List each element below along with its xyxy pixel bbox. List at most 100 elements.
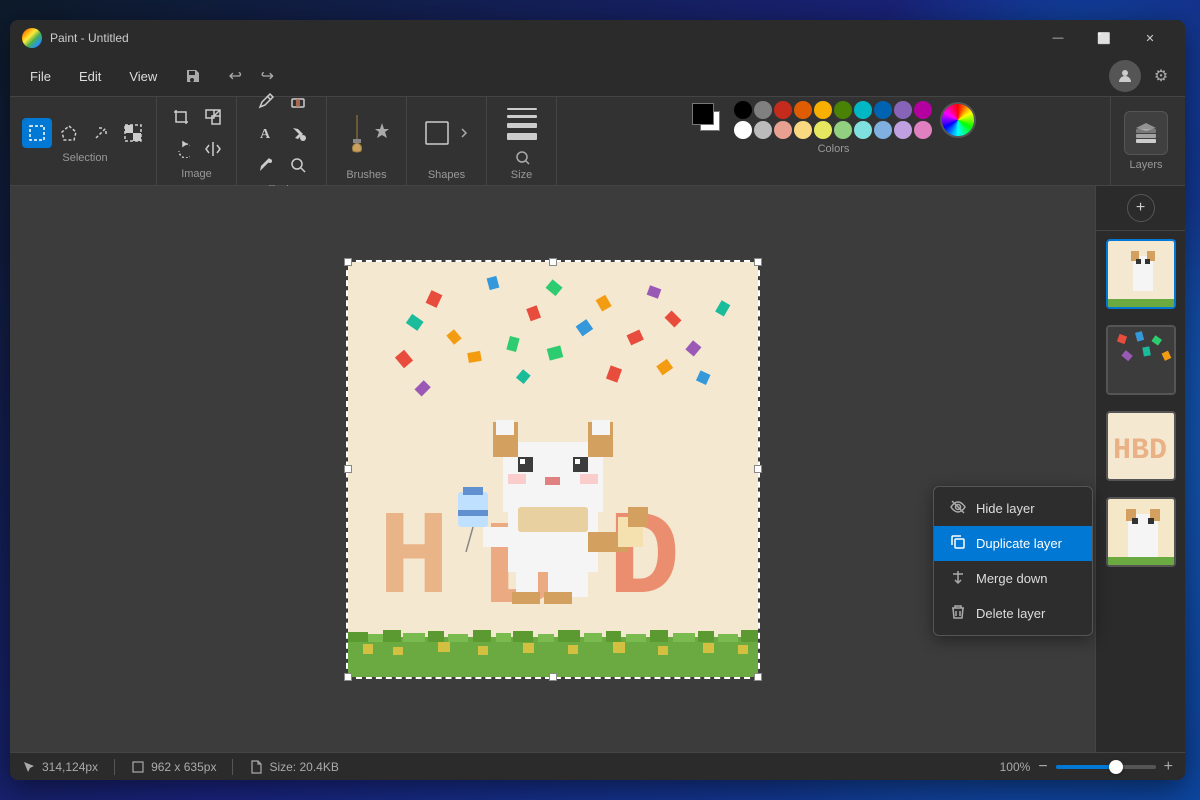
main-canvas[interactable]: H B D: [10, 186, 1095, 752]
context-delete-layer[interactable]: Delete layer: [934, 596, 1092, 631]
undo-button[interactable]: ↩: [221, 62, 249, 90]
color-purple[interactable]: [894, 101, 912, 119]
file-size: Size: 20.4KB: [249, 760, 338, 774]
colors-group: Colors: [557, 97, 1111, 185]
color-light-purple[interactable]: [894, 121, 912, 139]
zoom-thumb[interactable]: [1109, 760, 1123, 774]
size-group: Size: [487, 97, 557, 185]
color-yellow[interactable]: [814, 121, 832, 139]
color-light-cyan[interactable]: [854, 121, 872, 139]
layers-panel-header: +: [1096, 186, 1185, 231]
color-selector[interactable]: [692, 103, 726, 137]
color-gray[interactable]: [754, 101, 772, 119]
color-pink[interactable]: [774, 121, 792, 139]
layers-panel: +: [1095, 186, 1185, 752]
resize-tool[interactable]: [198, 102, 228, 132]
context-duplicate-layer[interactable]: Duplicate layer: [934, 526, 1092, 561]
layers-toolbar-group: Layers: [1111, 97, 1181, 185]
menu-file[interactable]: File: [18, 65, 63, 88]
color-light-yellow[interactable]: [794, 121, 812, 139]
colors-label: Colors: [818, 143, 850, 155]
copy-icon: [950, 534, 966, 553]
zoom-in-button[interactable]: +: [1164, 758, 1173, 776]
zoom-slider-fill: [1056, 765, 1116, 769]
color-orange[interactable]: [794, 101, 812, 119]
zoom-percent: 100%: [1000, 760, 1031, 774]
layers-label: Layers: [1129, 159, 1162, 171]
color-picker-tool[interactable]: [251, 150, 281, 180]
color-white[interactable]: [734, 121, 752, 139]
flip-tool[interactable]: [198, 134, 228, 164]
selection-magic-tool[interactable]: [86, 118, 116, 148]
size-label: Size: [511, 169, 532, 181]
zoom-tool[interactable]: [283, 150, 313, 180]
svg-text:HBD: HBD: [1113, 434, 1167, 468]
color-green-dark[interactable]: [834, 101, 852, 119]
color-black[interactable]: [734, 101, 752, 119]
context-delete-layer-label: Delete layer: [976, 606, 1045, 621]
menu-view[interactable]: View: [117, 65, 169, 88]
context-duplicate-layer-label: Duplicate layer: [976, 536, 1062, 551]
layer-1-thumbnail[interactable]: [1106, 239, 1176, 309]
color-light-blue[interactable]: [874, 121, 892, 139]
menu-edit[interactable]: Edit: [67, 65, 113, 88]
layer-2-thumbnail[interactable]: [1106, 325, 1176, 395]
selection-invert-tool[interactable]: [118, 118, 148, 148]
svg-text:H: H: [378, 493, 450, 629]
status-sep-2: [232, 759, 233, 775]
context-hide-layer[interactable]: Hide layer: [934, 491, 1092, 526]
close-button[interactable]: ✕: [1127, 20, 1173, 56]
color-light-magenta[interactable]: [914, 121, 932, 139]
color-light-green[interactable]: [834, 121, 852, 139]
merge-icon: [950, 569, 966, 588]
zoom-slider[interactable]: [1056, 765, 1156, 769]
trash-icon: [950, 604, 966, 623]
app-icon: [22, 28, 42, 48]
window-controls: — ⬜ ✕: [1035, 20, 1173, 56]
selection-free-tool[interactable]: [54, 118, 84, 148]
tools-group: A: [237, 97, 327, 185]
selection-group: Selection: [14, 97, 157, 185]
rotate-tool[interactable]: [166, 134, 196, 164]
layer-3-thumbnail[interactable]: HBD: [1106, 411, 1176, 481]
canvas-area: H B D: [10, 186, 1185, 752]
color-palette: [734, 101, 932, 139]
pencil-tool[interactable]: [251, 86, 281, 116]
color-cyan-dark[interactable]: [854, 101, 872, 119]
file-icon: [249, 760, 263, 774]
minimize-button[interactable]: —: [1035, 20, 1081, 56]
color-magenta[interactable]: [914, 101, 932, 119]
drawing-surface[interactable]: H B D: [348, 262, 758, 677]
color-yellow-dark[interactable]: [814, 101, 832, 119]
status-bar: 314,124px 962 x 635px Size: 20.4KB 100% …: [10, 752, 1185, 780]
crop-tool[interactable]: [166, 102, 196, 132]
context-merge-down[interactable]: Merge down: [934, 561, 1092, 596]
canvas-image: H B D: [348, 262, 758, 677]
zoom-out-button[interactable]: −: [1038, 758, 1047, 776]
title-bar: Paint - Untitled — ⬜ ✕: [10, 20, 1185, 56]
layers-button[interactable]: [1124, 111, 1168, 155]
settings-button[interactable]: ⚙: [1145, 60, 1177, 92]
text-tool[interactable]: A: [251, 118, 281, 148]
color-picker-wheel[interactable]: [940, 102, 976, 138]
selection-rect-tool[interactable]: [22, 118, 52, 148]
maximize-button[interactable]: ⬜: [1081, 20, 1127, 56]
color-blue-dark[interactable]: [874, 101, 892, 119]
image-label: Image: [181, 168, 212, 180]
shapes-group: Shapes: [407, 97, 487, 185]
color-light-gray[interactable]: [754, 121, 772, 139]
svg-text:A: A: [260, 127, 271, 142]
add-layer-button[interactable]: +: [1127, 194, 1155, 222]
fill-tool[interactable]: [283, 118, 313, 148]
eraser-tool[interactable]: [283, 86, 313, 116]
save-button[interactable]: [177, 62, 209, 90]
profile-button[interactable]: [1109, 60, 1141, 92]
size-text: Size: 20.4KB: [269, 760, 338, 774]
cursor-coords: 314,124px: [42, 760, 98, 774]
color-red[interactable]: [774, 101, 792, 119]
app-window: Paint - Untitled — ⬜ ✕ File Edit View ↩ …: [10, 20, 1185, 780]
window-title: Paint - Untitled: [50, 31, 1035, 45]
dimensions-text: 962 x 635px: [151, 760, 216, 774]
layer-4-thumbnail[interactable]: [1106, 497, 1176, 567]
brushes-label: Brushes: [346, 169, 386, 181]
